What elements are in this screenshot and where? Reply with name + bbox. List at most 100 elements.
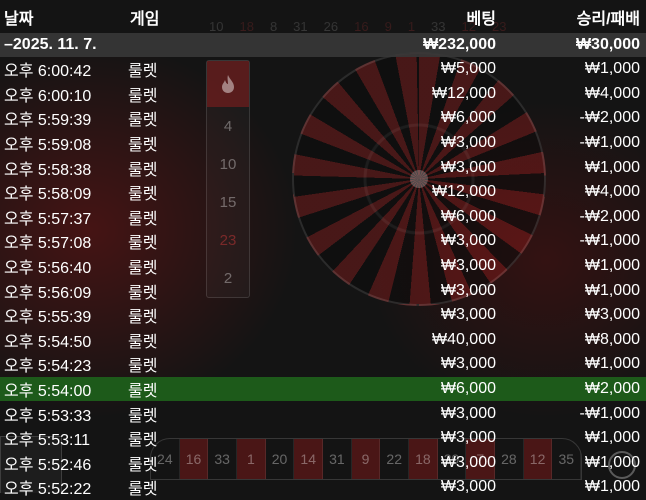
column-header-bet[interactable]: 베팅 <box>467 5 496 29</box>
row-time: 오후 5:54:50 <box>4 333 92 351</box>
row-win-loss: ₩1,000 <box>584 281 640 299</box>
row-time: 오후 5:54:23 <box>4 358 92 376</box>
row-win-loss: ₩1,000 <box>584 158 640 176</box>
row-time: 오후 6:00:42 <box>4 63 92 81</box>
bet-history-row[interactable]: 오후 5:56:09 룰렛 ₩3,000 ₩1,000 <box>0 278 646 303</box>
row-game: 룰렛 <box>128 161 158 179</box>
row-win-loss: ₩3,000 <box>584 306 640 324</box>
row-bet-amount: ₩3,000 <box>440 355 496 373</box>
row-game: 룰렛 <box>128 235 158 253</box>
bet-history-row[interactable]: 오후 5:59:08 룰렛 ₩3,000 -₩1,000 <box>0 131 646 156</box>
summary-bet-total: ₩232,000 <box>423 36 496 53</box>
row-win-loss: ₩1,000 <box>584 257 640 275</box>
row-time: 오후 6:00:10 <box>4 87 92 105</box>
row-win-loss: -₩1,000 <box>579 134 640 152</box>
row-time: 오후 5:59:39 <box>4 112 92 130</box>
row-bet-amount: ₩3,000 <box>440 158 496 176</box>
row-time: 오후 5:54:00 <box>4 383 92 401</box>
row-time: 오후 5:53:11 <box>4 432 91 450</box>
row-bet-amount: ₩3,000 <box>440 257 496 275</box>
bet-history-panel: 날짜 게임 베팅 승리/패배 –2025. 11. 7. ₩232,000 ₩3… <box>0 0 646 498</box>
row-time: 오후 5:57:37 <box>4 210 92 228</box>
row-bet-amount: ₩3,000 <box>440 404 496 422</box>
row-time: 오후 5:53:33 <box>4 407 92 425</box>
row-game: 룰렛 <box>128 383 158 401</box>
row-game: 룰렛 <box>128 407 158 425</box>
row-game: 룰렛 <box>128 186 158 204</box>
row-win-loss: ₩4,000 <box>584 183 640 201</box>
row-game: 룰렛 <box>128 210 158 228</box>
bet-history-row[interactable]: 오후 5:54:23 룰렛 ₩3,000 ₩1,000 <box>0 352 646 377</box>
bet-history-row[interactable]: 오후 5:52:22 룰렛 ₩3,000 ₩1,000 <box>0 475 646 500</box>
bet-history-row[interactable]: 오후 5:55:39 룰렛 ₩3,000 ₩3,000 <box>0 303 646 328</box>
bet-history-row[interactable]: 오후 5:52:46 룰렛 ₩3,000 ₩1,000 <box>0 451 646 476</box>
row-win-loss: ₩1,000 <box>584 453 640 471</box>
row-win-loss: ₩2,000 <box>584 380 640 398</box>
row-bet-amount: ₩12,000 <box>431 183 496 201</box>
table-header: 날짜 게임 베팅 승리/패배 <box>0 0 646 33</box>
row-time: 오후 5:58:09 <box>4 186 92 204</box>
row-game: 룰렛 <box>128 333 158 351</box>
row-time: 오후 5:59:08 <box>4 137 92 155</box>
bet-history-row[interactable]: 오후 5:53:33 룰렛 ₩3,000 -₩1,000 <box>0 401 646 426</box>
row-win-loss: -₩1,000 <box>579 404 640 422</box>
row-bet-amount: ₩3,000 <box>440 429 496 447</box>
bet-history-row[interactable]: 오후 6:00:10 룰렛 ₩12,000 ₩4,000 <box>0 82 646 107</box>
row-bet-amount: ₩3,000 <box>440 306 496 324</box>
column-header-game[interactable]: 게임 <box>130 5 159 29</box>
row-bet-amount: ₩3,000 <box>440 453 496 471</box>
bet-history-row[interactable]: 오후 5:58:09 룰렛 ₩12,000 ₩4,000 <box>0 180 646 205</box>
row-game: 룰렛 <box>128 87 158 105</box>
row-win-loss: ₩1,000 <box>584 355 640 373</box>
row-win-loss: -₩2,000 <box>579 109 640 127</box>
row-game: 룰렛 <box>128 63 158 81</box>
row-bet-amount: ₩12,000 <box>431 84 496 102</box>
row-game: 룰렛 <box>128 309 158 327</box>
bet-history-row[interactable]: 오후 5:59:39 룰렛 ₩6,000 -₩2,000 <box>0 106 646 131</box>
bet-history-row[interactable]: 오후 5:57:37 룰렛 ₩6,000 -₩2,000 <box>0 205 646 230</box>
row-time: 오후 5:55:39 <box>4 309 92 327</box>
row-bet-amount: ₩3,000 <box>440 134 496 152</box>
row-bet-amount: ₩40,000 <box>431 330 496 348</box>
row-game: 룰렛 <box>128 137 158 155</box>
row-game: 룰렛 <box>128 112 158 130</box>
row-bet-amount: ₩3,000 <box>440 232 496 250</box>
bet-history-row[interactable]: 오후 5:54:50 룰렛 ₩40,000 ₩8,000 <box>0 328 646 353</box>
row-win-loss: ₩8,000 <box>584 330 640 348</box>
bet-history-row[interactable]: 오후 6:00:42 룰렛 ₩5,000 ₩1,000 <box>0 57 646 82</box>
date-summary-row[interactable]: –2025. 11. 7. ₩232,000 ₩30,000 <box>0 33 646 57</box>
bet-history-row[interactable]: 오후 5:58:38 룰렛 ₩3,000 ₩1,000 <box>0 155 646 180</box>
summary-win-loss-total: ₩30,000 <box>575 36 640 53</box>
row-win-loss: ₩1,000 <box>584 60 640 78</box>
row-game: 룰렛 <box>128 481 158 499</box>
bet-history-row[interactable]: 오후 5:57:08 룰렛 ₩3,000 -₩1,000 <box>0 229 646 254</box>
row-time: 오후 5:52:22 <box>4 481 92 499</box>
row-bet-amount: ₩6,000 <box>440 109 496 127</box>
column-header-win-loss[interactable]: 승리/패배 <box>577 5 640 29</box>
row-win-loss: -₩1,000 <box>579 232 640 250</box>
row-bet-amount: ₩3,000 <box>440 478 496 496</box>
row-bet-amount: ₩6,000 <box>440 207 496 225</box>
column-header-date[interactable]: 날짜 <box>4 5 33 29</box>
row-time: 오후 5:52:46 <box>4 456 92 474</box>
bet-history-row[interactable]: 오후 5:53:11 룰렛 ₩3,000 ₩1,000 <box>0 426 646 451</box>
row-time: 오후 5:56:09 <box>4 284 92 302</box>
bet-history-row[interactable]: 오후 5:56:40 룰렛 ₩3,000 ₩1,000 <box>0 254 646 279</box>
row-bet-amount: ₩3,000 <box>440 281 496 299</box>
summary-date: –2025. 11. 7. <box>4 36 97 53</box>
row-win-loss: ₩4,000 <box>584 84 640 102</box>
row-bet-amount: ₩6,000 <box>440 380 496 398</box>
row-win-loss: ₩1,000 <box>584 429 640 447</box>
row-time: 오후 5:58:38 <box>4 161 92 179</box>
row-game: 룰렛 <box>128 456 158 474</box>
row-win-loss: -₩2,000 <box>579 207 640 225</box>
row-time: 오후 5:56:40 <box>4 260 92 278</box>
row-game: 룰렛 <box>128 432 158 450</box>
row-win-loss: ₩1,000 <box>584 478 640 496</box>
row-game: 룰렛 <box>128 284 158 302</box>
bet-history-row[interactable]: 오후 5:54:00 룰렛 ₩6,000 ₩2,000 <box>0 376 646 402</box>
row-time: 오후 5:57:08 <box>4 235 92 253</box>
row-bet-amount: ₩5,000 <box>440 60 496 78</box>
row-game: 룰렛 <box>128 260 158 278</box>
row-game: 룰렛 <box>128 358 158 376</box>
